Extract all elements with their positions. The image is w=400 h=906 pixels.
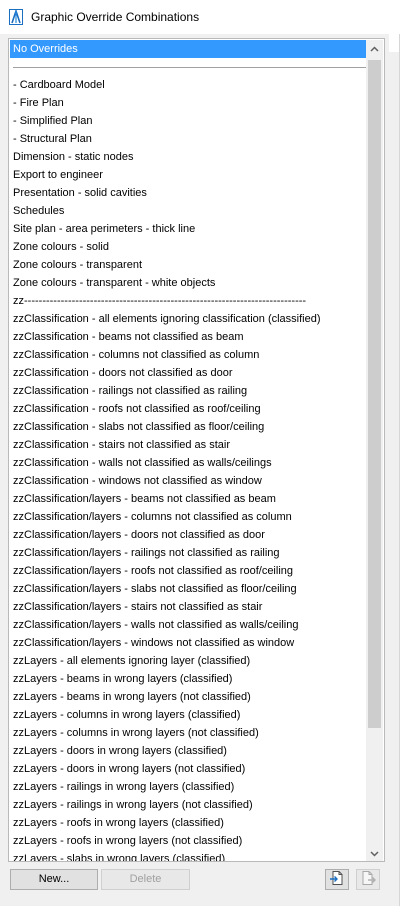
list-item[interactable]: zzClassification - stairs not classified… — [10, 436, 367, 454]
list-item[interactable]: zzClassification - roofs not classified … — [10, 400, 367, 418]
list-item[interactable]: zzLayers - doors in wrong layers (classi… — [10, 742, 367, 760]
list-item[interactable]: zzLayers - columns in wrong layers (clas… — [10, 706, 367, 724]
import-file-icon — [329, 870, 345, 889]
list-item[interactable]: zzLayers - columns in wrong layers (not … — [10, 724, 367, 742]
list-item[interactable]: zzClassification - windows not classifie… — [10, 472, 367, 490]
list-item[interactable]: zzClassification/layers - stairs not cla… — [10, 598, 367, 616]
list-item[interactable]: zzLayers - doors in wrong layers (not cl… — [10, 760, 367, 778]
list-item[interactable]: Dimension - static nodes — [10, 148, 367, 166]
list-item[interactable]: zzClassification/layers - railings not c… — [10, 544, 367, 562]
list-item[interactable]: zzClassification/layers - slabs not clas… — [10, 580, 367, 598]
graphic-override-combinations-window: Graphic Override Combinations No Overrid… — [0, 0, 400, 906]
list-item[interactable]: Zone colours - solid — [10, 238, 367, 256]
list-item[interactable]: zzClassification/layers - windows not cl… — [10, 634, 367, 652]
new-button[interactable]: New... — [10, 869, 98, 890]
combinations-list[interactable]: No Overrides - Cardboard Model - Fire Plan… — [10, 40, 367, 861]
list-item[interactable]: zzClassification - beams not classified … — [10, 328, 367, 346]
list-item[interactable]: - Fire Plan — [10, 94, 367, 112]
list-item[interactable]: Zone colours - transparent - white objec… — [10, 274, 367, 292]
chevron-down-icon[interactable] — [366, 845, 383, 861]
list-item[interactable]: zzLayers - slabs in wrong layers (classi… — [10, 850, 367, 861]
list-item[interactable]: - Structural Plan — [10, 130, 367, 148]
list-item[interactable]: zzLayers - roofs in wrong layers (not cl… — [10, 832, 367, 850]
list-item[interactable]: zzLayers - railings in wrong layers (not… — [10, 796, 367, 814]
list-item[interactable]: zzLayers - beams in wrong layers (not cl… — [10, 688, 367, 706]
export-button[interactable] — [356, 869, 380, 890]
list-item[interactable]: zz--------------------------------------… — [10, 292, 367, 310]
list-item[interactable]: - Cardboard Model — [10, 76, 367, 94]
import-button[interactable] — [325, 869, 349, 890]
window-title: Graphic Override Combinations — [31, 10, 200, 24]
list-item[interactable]: Schedules — [10, 202, 367, 220]
list-item-selected[interactable]: No Overrides — [10, 40, 367, 58]
list-item[interactable]: zzClassification - columns not classifie… — [10, 346, 367, 364]
separator-line — [13, 67, 366, 68]
list-item[interactable]: zzClassification - railings not classifi… — [10, 382, 367, 400]
list-item[interactable]: Export to engineer — [10, 166, 367, 184]
export-file-icon — [360, 870, 376, 889]
list-item[interactable]: zzClassification/layers - walls not clas… — [10, 616, 367, 634]
list-item[interactable]: zzLayers - beams in wrong layers (classi… — [10, 670, 367, 688]
bottom-toolbar: New... Delete — [0, 862, 400, 906]
window-edge — [389, 0, 399, 52]
list-item[interactable]: - Simplified Plan — [10, 112, 367, 130]
list-separator — [10, 58, 367, 76]
title-bar: Graphic Override Combinations — [0, 0, 400, 34]
archicad-app-icon — [9, 8, 23, 25]
list-item[interactable]: zzLayers - roofs in wrong layers (classi… — [10, 814, 367, 832]
list-item[interactable]: zzClassification - walls not classified … — [10, 454, 367, 472]
list-item[interactable]: zzClassification - all elements ignoring… — [10, 310, 367, 328]
delete-button[interactable]: Delete — [101, 869, 190, 890]
list-item[interactable]: zzClassification - doors not classified … — [10, 364, 367, 382]
list-item[interactable]: zzClassification - slabs not classified … — [10, 418, 367, 436]
scrollbar-thumb[interactable] — [368, 60, 381, 728]
list-item[interactable]: zzLayers - railings in wrong layers (cla… — [10, 778, 367, 796]
chevron-up-icon[interactable] — [366, 40, 383, 57]
list-item[interactable]: zzLayers - all elements ignoring layer (… — [10, 652, 367, 670]
combinations-list-box[interactable]: No Overrides - Cardboard Model - Fire Plan… — [8, 38, 385, 862]
list-item[interactable]: zzClassification/layers - beams not clas… — [10, 490, 367, 508]
list-item[interactable]: zzClassification/layers - doors not clas… — [10, 526, 367, 544]
list-item[interactable]: zzClassification/layers - columns not cl… — [10, 508, 367, 526]
list-item[interactable]: Zone colours - transparent — [10, 256, 367, 274]
list-item[interactable]: Site plan - area perimeters - thick line — [10, 220, 367, 238]
vertical-scrollbar[interactable] — [366, 40, 383, 861]
list-item[interactable]: zzClassification/layers - roofs not clas… — [10, 562, 367, 580]
list-item[interactable]: Presentation - solid cavities — [10, 184, 367, 202]
